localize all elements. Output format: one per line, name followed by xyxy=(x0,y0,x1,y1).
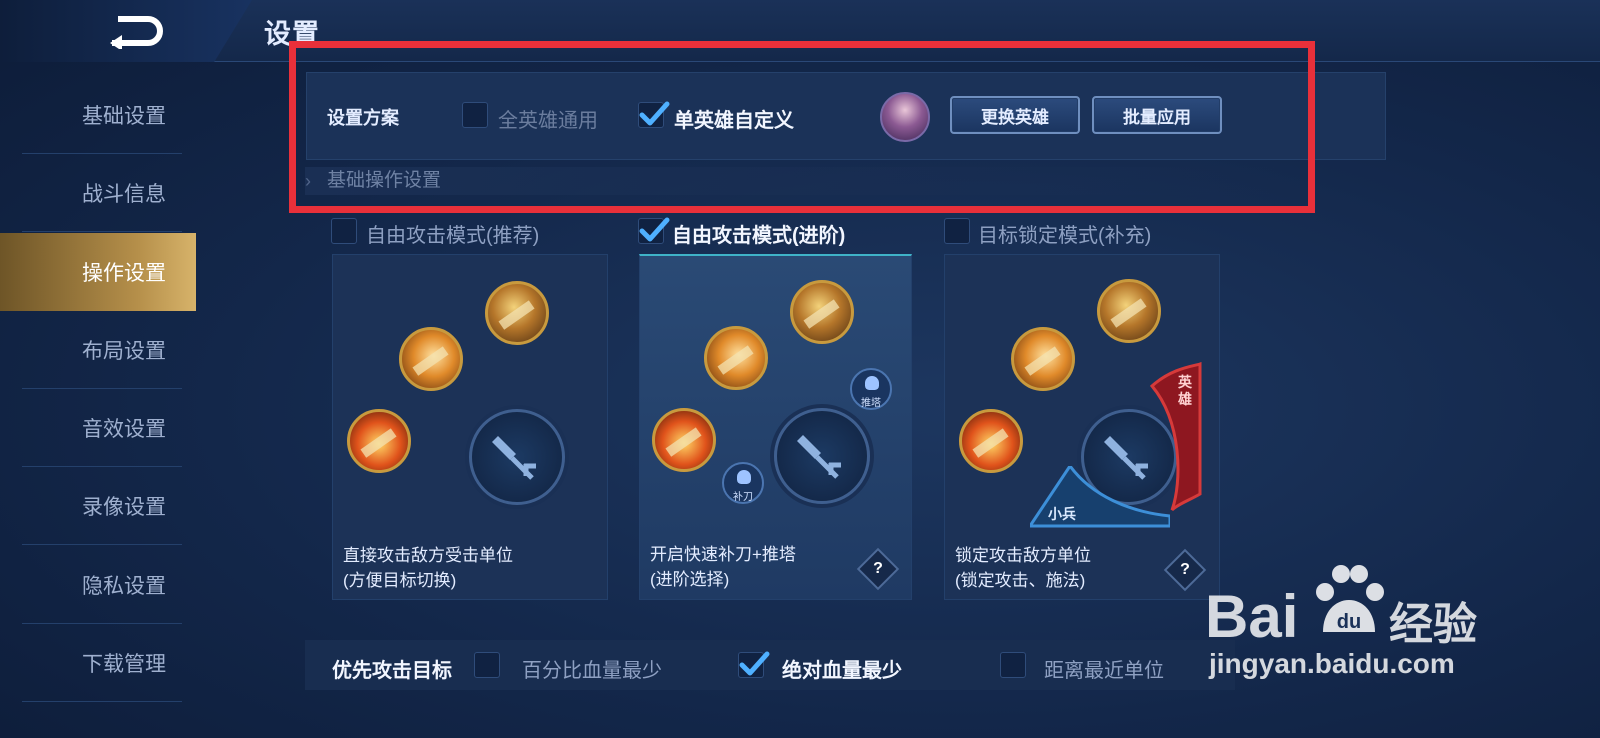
batch-apply-button[interactable]: 批量应用 xyxy=(1092,96,1222,134)
change-hero-button[interactable]: 更换英雄 xyxy=(950,96,1080,134)
priority-absolute-hp-label: 绝对血量最少 xyxy=(782,660,902,682)
paw-logo-icon: du xyxy=(1316,565,1384,633)
mode-free-advanced-checkbox[interactable] xyxy=(638,217,670,244)
skill-3-icon xyxy=(959,409,1023,473)
watermark-url: jingyan.baidu.com xyxy=(1209,648,1455,679)
sidebar-item-audio[interactable]: 音效设置 xyxy=(0,389,196,467)
priority-absolute-hp-checkbox[interactable] xyxy=(738,651,770,678)
sidebar-item-label: 隐私设置 xyxy=(82,575,166,598)
skill-3-icon xyxy=(347,409,411,473)
card-desc-line2: (进阶选择) xyxy=(650,570,730,589)
check-icon xyxy=(739,651,770,676)
sidebar-item-label: 战斗信息 xyxy=(82,183,166,206)
priority-percent-hp-label: 百分比血量最少 xyxy=(522,660,662,682)
last-hit-icon: 补刀 xyxy=(722,462,764,504)
sidebar-item-label: 基础设置 xyxy=(82,105,166,128)
minion-target-tag: 小兵 xyxy=(1027,463,1172,528)
single-hero-label: 单英雄自定义 xyxy=(674,110,794,132)
all-heroes-label: 全英雄通用 xyxy=(498,110,598,132)
help-button[interactable]: ? xyxy=(856,547,900,591)
card-desc-line1: 锁定攻击敌方单位 xyxy=(955,546,1091,565)
sidebar-item-label: 下载管理 xyxy=(82,653,166,676)
skill-1-icon xyxy=(485,281,549,345)
watermark-brand-suffix: 经验 xyxy=(1389,600,1477,649)
sidebar-item-basic[interactable]: 基础设置 xyxy=(0,76,196,154)
mode-free-recommended-checkbox[interactable] xyxy=(331,218,357,244)
mode-lock-target-checkbox[interactable] xyxy=(944,218,970,244)
card-desc-line1: 开启快速补刀+推塔 xyxy=(650,545,796,564)
minion-tag-label: 小兵 xyxy=(1048,506,1076,522)
sidebar-item-layout[interactable]: 布局设置 xyxy=(0,311,196,389)
back-arrow-icon xyxy=(110,16,163,51)
sidebar-item-replay[interactable]: 录像设置 xyxy=(0,467,196,545)
skill-2-icon xyxy=(399,327,463,391)
sidebar-item-label: 音效设置 xyxy=(82,418,166,441)
mode-free-recommended-label: 自由攻击模式(推荐) xyxy=(366,225,540,247)
push-tower-icon: 推塔 xyxy=(850,368,892,410)
mode-card-free-recommended[interactable]: 直接攻击敌方受击单位 (方便目标切换) xyxy=(332,254,608,600)
hero-avatar[interactable] xyxy=(880,92,930,142)
check-icon xyxy=(639,101,670,126)
priority-label: 优先攻击目标 xyxy=(332,660,452,682)
all-heroes-checkbox[interactable] xyxy=(462,102,488,128)
skill-1-icon xyxy=(1097,279,1161,343)
priority-percent-hp-checkbox[interactable] xyxy=(474,652,500,678)
skill-1-icon xyxy=(790,280,854,344)
sidebar-item-controls[interactable]: 操作设置 xyxy=(0,233,196,311)
sidebar-item-privacy[interactable]: 隐私设置 xyxy=(0,546,196,624)
sidebar-item-label: 操作设置 xyxy=(82,262,166,285)
help-button[interactable]: ? xyxy=(1163,548,1207,592)
sidebar-item-battle-info[interactable]: 战斗信息 xyxy=(0,154,196,232)
attack-button-icon xyxy=(469,409,565,505)
help-icon: ? xyxy=(873,560,883,577)
scheme-label: 设置方案 xyxy=(327,108,399,128)
chevron-right-icon: › xyxy=(305,171,311,191)
priority-nearest-checkbox[interactable] xyxy=(1000,652,1026,678)
card-desc-line2: (方便目标切换) xyxy=(343,571,457,590)
section-header[interactable]: › 基础操作设置 xyxy=(305,167,1385,195)
skill-2-icon xyxy=(704,326,768,390)
help-icon: ? xyxy=(1180,561,1190,578)
mode-card-free-advanced[interactable]: 推塔 补刀 开启快速补刀+推塔 (进阶选择) ? xyxy=(639,254,912,600)
page-title: 设置 xyxy=(264,19,320,49)
skill-2-icon xyxy=(1011,327,1075,391)
back-button[interactable] xyxy=(108,13,168,51)
section-title: 基础操作设置 xyxy=(327,170,442,191)
top-bar: 设置 xyxy=(0,0,1600,62)
sidebar: 基础设置 战斗信息 操作设置 布局设置 音效设置 录像设置 隐私设置 下载管理 xyxy=(0,76,196,738)
sidebar-item-downloads[interactable]: 下载管理 xyxy=(0,624,196,702)
svg-text:du: du xyxy=(1337,611,1361,633)
priority-nearest-label: 距离最近单位 xyxy=(1044,660,1164,682)
baidu-watermark: Bai du 经验 jingyan.baidu.com xyxy=(1205,562,1495,692)
sidebar-item-label: 录像设置 xyxy=(82,496,166,519)
single-hero-checkbox[interactable] xyxy=(638,101,670,128)
sidebar-item-label: 布局设置 xyxy=(82,340,166,363)
hero-tag-label: 英雄 xyxy=(1178,374,1192,407)
mode-lock-target-label: 目标锁定模式(补充) xyxy=(978,225,1152,247)
card-desc-line1: 直接攻击敌方受击单位 xyxy=(343,546,513,565)
card-desc-line2: (锁定攻击、施法) xyxy=(955,571,1086,590)
skill-3-icon xyxy=(652,408,716,472)
attack-button-icon xyxy=(774,408,870,504)
check-icon xyxy=(639,217,670,242)
mode-free-advanced-label: 自由攻击模式(进阶) xyxy=(672,225,846,247)
